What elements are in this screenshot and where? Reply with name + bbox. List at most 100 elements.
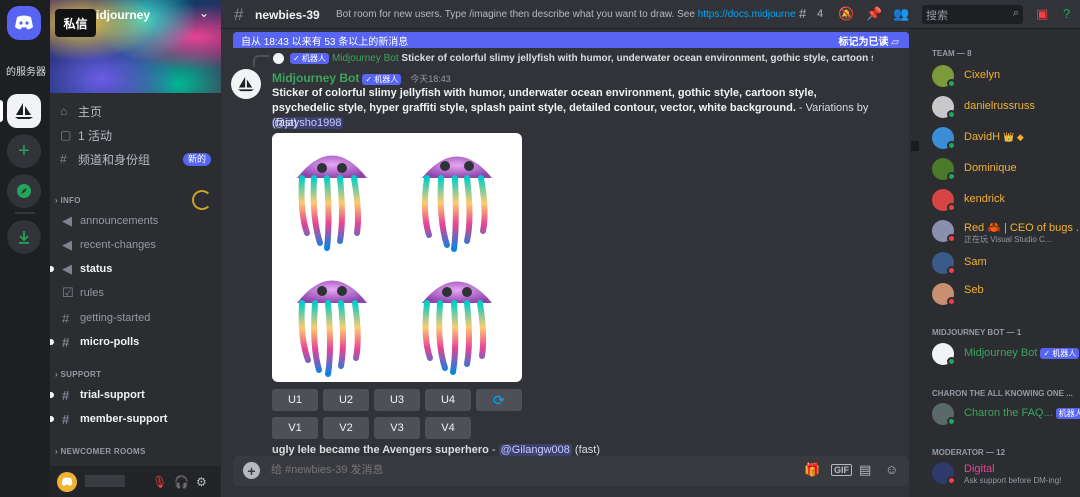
member-item[interactable]: kendrick — [932, 187, 1080, 215]
nav-channels-roles[interactable]: # 频道和身份组 — [60, 148, 150, 170]
avatar[interactable] — [57, 472, 77, 492]
hash-icon: # — [62, 387, 70, 403]
member-activity: Ask support before DM-ing! — [964, 476, 1062, 485]
member-list: TEAM — 8 Cixelyn danielrussruss DavidH 👑… — [921, 29, 1080, 497]
nav-activity[interactable]: ▢ 1 活动 — [60, 124, 112, 146]
upscale-button-1[interactable]: U1 — [272, 389, 318, 411]
category-newcomer-rooms[interactable]: › NEWCOMER ROOMS — [55, 447, 146, 456]
reply-text: Sticker of colorful slimy jellyfish with… — [401, 53, 873, 65]
member-item[interactable]: Dominique — [932, 156, 1080, 184]
category-info[interactable]: › INFO — [55, 196, 81, 205]
channel-announcements[interactable]: ◀ announcements — [62, 211, 158, 231]
channel-member-support[interactable]: # member-support — [50, 409, 168, 429]
threads-icon[interactable]: # — [799, 6, 806, 21]
member-name: kendrick — [964, 193, 1005, 205]
member-name: Digital — [964, 463, 995, 475]
reroll-button[interactable]: ⟳ — [476, 389, 522, 411]
status-indicator — [947, 141, 956, 150]
hash-icon: # — [234, 5, 244, 24]
category-support[interactable]: › SUPPORT — [55, 370, 101, 379]
member-item[interactable]: Red 🦀 | CEO of bugs ... 正在玩 Visual Studi… — [932, 218, 1080, 246]
user-mention[interactable]: @Gilangw008 — [498, 444, 572, 456]
member-item[interactable]: Seb — [932, 281, 1080, 309]
bot-tag: 机器人 — [1055, 407, 1080, 419]
member-item[interactable]: Cixelyn — [932, 63, 1080, 91]
gift-icon[interactable]: 🎁 — [804, 462, 820, 478]
headphones-icon[interactable]: 🎧 — [174, 475, 189, 489]
variation-button-3[interactable]: V3 — [374, 417, 420, 439]
reply-preview[interactable]: ✓ 机器人 Midjourney Bot Sticker of colorful … — [273, 53, 873, 64]
channel-recent-changes[interactable]: ◀ recent-changes — [62, 235, 156, 255]
nav-home[interactable]: ⌂ 主页 — [60, 100, 102, 122]
hash-icon: # — [62, 310, 70, 326]
checkbox-icon: ☑ — [62, 285, 74, 300]
member-item[interactable]: Digital Ask support before DM-ing! — [932, 460, 1080, 488]
member-item[interactable]: Midjourney Bot ✓ 机器人 — [932, 341, 1080, 369]
members-category-charon: CHARON THE ALL KNOWING ONE ... — [932, 389, 1073, 398]
search-input[interactable]: 搜索 ⌕ — [922, 5, 1023, 24]
channel-label: member-support — [80, 413, 168, 425]
gear-icon[interactable]: ⚙ — [196, 475, 207, 489]
channel-label: status — [80, 263, 113, 275]
chevron-down-icon[interactable]: ⌄ — [199, 6, 209, 20]
activity-icon: ▢ — [60, 128, 72, 142]
image-grid[interactable] — [272, 133, 522, 382]
rail-separator — [15, 212, 35, 214]
channel-getting-started[interactable]: # getting-started — [62, 308, 150, 328]
mute-mic-icon[interactable]: 🎙 — [152, 475, 167, 489]
reply-author[interactable]: Midjourney Bot — [332, 53, 399, 64]
message-composer: + 🎁 GIF ▤ ☺ — [233, 456, 909, 486]
member-name: danielrussruss — [964, 100, 1035, 112]
channel-label: recent-changes — [80, 239, 156, 251]
channel-trial-support[interactable]: # trial-support — [50, 385, 145, 405]
message-input[interactable] — [271, 464, 771, 476]
member-item[interactable]: Charon the FAQ... 机器人 — [932, 401, 1080, 429]
message-scrollbar[interactable] — [909, 29, 921, 497]
discord-home-button[interactable] — [7, 6, 41, 40]
status-indicator — [947, 297, 956, 306]
variation-button-1[interactable]: V1 — [272, 417, 318, 439]
bot-tag: ✓ 机器人 — [1040, 347, 1080, 359]
jellyfish-2 — [421, 156, 492, 252]
variation-button-2[interactable]: V2 — [323, 417, 369, 439]
hash-icon: # — [62, 411, 70, 427]
variation-button-4[interactable]: V4 — [425, 417, 471, 439]
channel-rules[interactable]: ☑ rules — [62, 283, 104, 303]
channel-micro-polls[interactable]: # micro-polls — [50, 332, 139, 352]
mark-as-read-button[interactable]: 标记为已读 ▱ — [839, 33, 899, 48]
message-author[interactable]: Midjourney Bot — [272, 71, 359, 85]
composer-area: + 🎁 GIF ▤ ☺ — [221, 456, 909, 497]
status-indicator — [947, 234, 956, 243]
member-item[interactable]: danielrussruss — [932, 94, 1080, 122]
upscale-button-4[interactable]: U4 — [425, 389, 471, 411]
download-apps-button[interactable] — [7, 220, 41, 254]
mute-bell-icon[interactable]: 🔕 — [838, 6, 854, 22]
topic-link[interactable]: https://docs.midjourney... — [698, 9, 796, 20]
sticker-icon[interactable]: ▤ — [859, 462, 871, 478]
server-name[interactable]: idjourney — [96, 8, 150, 22]
upscale-button-3[interactable]: U3 — [374, 389, 420, 411]
unread-indicator — [50, 392, 54, 398]
explore-servers-button[interactable] — [7, 174, 41, 208]
member-item[interactable]: DavidH 👑 ◆ — [932, 125, 1080, 153]
members-icon[interactable]: 👥 — [893, 6, 909, 22]
sailboat-icon — [238, 76, 254, 92]
inbox-icon[interactable]: ▣ — [1036, 6, 1048, 22]
channel-topic[interactable]: Bot room for new users. Type /imagine th… — [336, 9, 796, 20]
attach-plus-icon[interactable]: + — [243, 462, 260, 479]
avatar[interactable] — [231, 69, 261, 99]
gif-icon[interactable]: GIF — [831, 464, 852, 476]
help-icon[interactable]: ? — [1063, 6, 1070, 21]
channel-status[interactable]: ◀ status — [50, 259, 113, 279]
selected-server-indicator — [0, 100, 3, 122]
scroll-thumb[interactable] — [911, 141, 919, 151]
user-panel: 🎙 🎧 ⚙ — [50, 466, 221, 497]
pin-icon[interactable]: 📌 — [866, 6, 882, 22]
member-item[interactable]: Sam — [932, 250, 1080, 278]
loading-spinner — [192, 190, 212, 210]
new-messages-bar[interactable]: 自从 18:43 以来有 53 条以上的新消息 标记为已读 ▱ — [233, 32, 909, 48]
emoji-icon[interactable]: ☺ — [885, 462, 898, 477]
upscale-button-2[interactable]: U2 — [323, 389, 369, 411]
midjourney-server-button[interactable] — [7, 94, 41, 128]
add-server-button[interactable]: + — [7, 134, 41, 168]
